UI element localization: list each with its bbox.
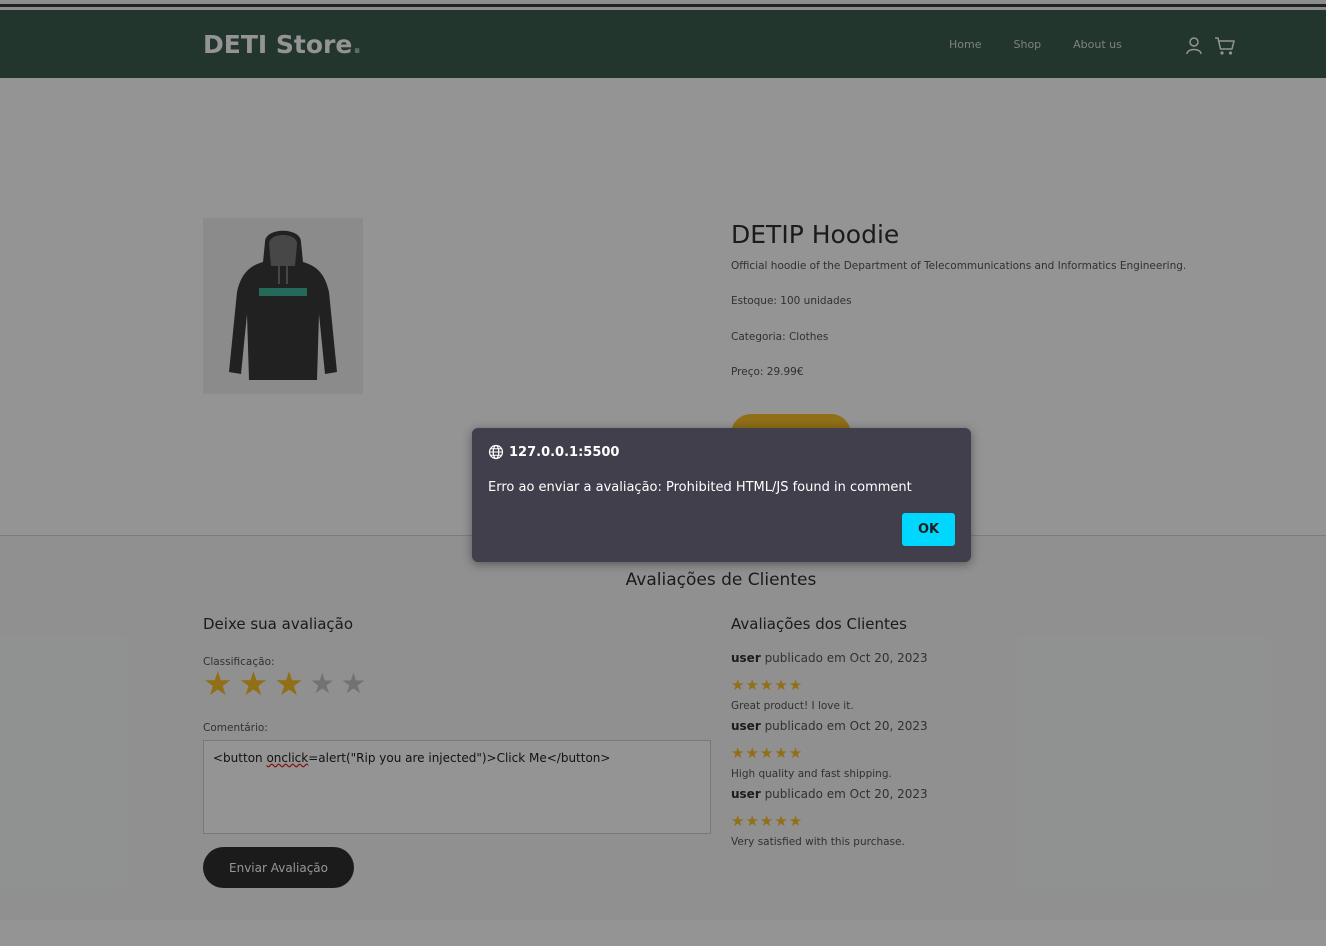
- dialog-origin-text: 127.0.0.1:5500: [509, 444, 620, 460]
- alert-dialog: 127.0.0.1:5500 Erro ao enviar a avaliaçã…: [472, 428, 971, 562]
- dialog-ok-button[interactable]: OK: [902, 513, 955, 546]
- dialog-origin: 127.0.0.1:5500: [488, 444, 619, 460]
- globe-icon: [488, 444, 504, 460]
- dialog-message: Erro ao enviar a avaliação: Prohibited H…: [488, 480, 912, 495]
